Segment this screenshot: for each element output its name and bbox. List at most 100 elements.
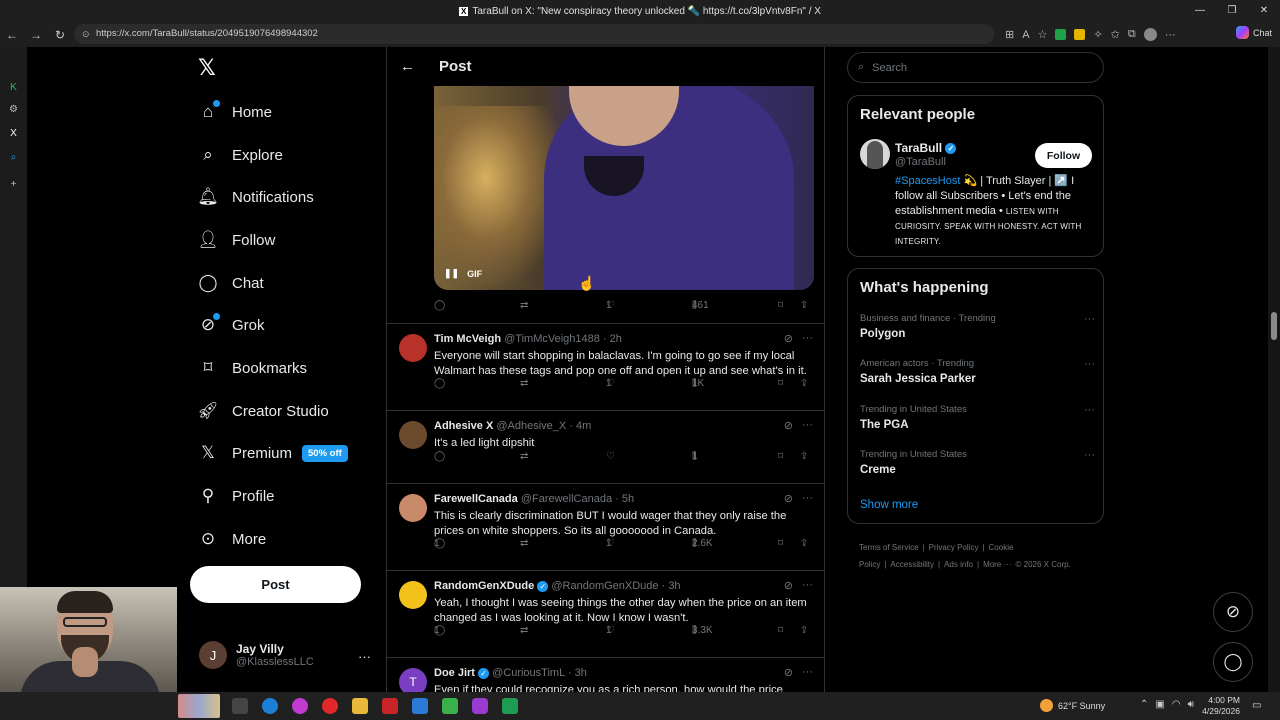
more-options-icon[interactable]: ···	[1084, 449, 1095, 461]
sidebar-settings-icon[interactable]: ⚙	[8, 104, 19, 115]
nav-explore[interactable]: ⌕ Explore	[197, 140, 283, 170]
reply-post[interactable]: Adhesive X @Adhesive_X · 4m ⊘ ··· It's a le…	[387, 411, 824, 484]
share-icon[interactable]: ⇪	[800, 300, 808, 311]
avatar[interactable]	[399, 334, 427, 362]
tray-chevron-icon[interactable]: ⌃	[1140, 699, 1148, 710]
reply-author-handle[interactable]: @FarewellCanada	[521, 493, 612, 505]
more-options-icon[interactable]: ···	[802, 492, 813, 504]
post-button[interactable]: Post	[190, 566, 361, 603]
sidebar-add-icon[interactable]: +	[8, 179, 19, 190]
reply-author-name[interactable]: FarewellCanada	[434, 493, 518, 505]
extension-green-icon[interactable]	[1055, 29, 1067, 40]
grok-fab-button[interactable]: ⊘	[1213, 592, 1253, 632]
bookmark-icon[interactable]: ⌑	[778, 378, 783, 389]
wifi-icon[interactable]: ◠	[1172, 699, 1181, 710]
forward-nav-button[interactable]: →	[24, 28, 48, 42]
nav-notifications[interactable]: 🔔︎ Notifications	[197, 182, 314, 212]
app-purple-icon[interactable]	[472, 698, 488, 714]
footer-link[interactable]: © 2026 X Corp.	[1016, 560, 1071, 569]
post-media-gif[interactable]: ❚❚ GIF	[434, 86, 814, 290]
avatar[interactable]: T	[399, 668, 427, 692]
reply-time[interactable]: · 4m	[569, 420, 591, 432]
more-options-icon[interactable]: ···	[802, 666, 813, 678]
page-scrollbar[interactable]	[1268, 47, 1280, 692]
copilot-chat-button[interactable]: Chat	[1235, 26, 1272, 39]
reply-time[interactable]: · 5h	[615, 493, 634, 505]
avatar[interactable]	[399, 421, 427, 449]
show-more-link[interactable]: Show more	[860, 499, 918, 511]
avatar[interactable]	[860, 139, 890, 169]
taskbar-clock[interactable]: 4:00 PM 4/29/2026	[1200, 695, 1240, 717]
sidebar-search-icon[interactable]: ⌕	[8, 152, 19, 163]
back-arrow-icon[interactable]: ←	[400, 58, 415, 75]
reply-author-name[interactable]: Tim McVeigh	[434, 333, 501, 345]
footer-link[interactable]: Privacy Policy	[929, 543, 979, 552]
x-logo-icon[interactable]: 𝕏	[198, 56, 216, 81]
nav-bookmarks[interactable]: ⌑ Bookmarks	[197, 353, 307, 383]
nav-home[interactable]: ⌂ Home	[197, 97, 272, 127]
reply-time[interactable]: · 3h	[662, 580, 681, 592]
app-red-icon[interactable]	[382, 698, 398, 714]
share-icon[interactable]: ⇪	[800, 378, 808, 389]
reply-time[interactable]: · 3h	[568, 667, 587, 679]
app-dark-green-icon[interactable]	[502, 698, 518, 714]
reply-author-handle[interactable]: @RandomGenXDude	[551, 580, 658, 592]
follow-button[interactable]: Follow	[1035, 143, 1092, 168]
share-icon[interactable]: ⇪	[800, 451, 808, 462]
grok-explain-icon[interactable]: ⊘	[784, 492, 793, 505]
bookmark-icon[interactable]: ⌑	[778, 300, 783, 311]
grok-explain-icon[interactable]: ⊘	[784, 579, 793, 592]
trend-item[interactable]: Trending in United States The PGA ···	[860, 404, 1095, 431]
person-name[interactable]: TaraBull ✓	[895, 141, 957, 155]
reply-author-handle[interactable]: @TimMcVeigh1488	[504, 333, 600, 345]
reply-post[interactable]: RandomGenXDude ✓ @RandomGenXDude · 3h ⊘ ··…	[387, 571, 824, 658]
trend-item[interactable]: Business and finance · Trending Polygon ··…	[860, 313, 1095, 340]
back-nav-button[interactable]: ←	[0, 28, 24, 42]
more-options-icon[interactable]: ···	[802, 579, 813, 591]
nav-profile[interactable]: ⚲ Profile	[197, 481, 275, 511]
bookmark-icon[interactable]: ⌑	[778, 625, 783, 636]
notification-icon[interactable]: ▭	[1252, 700, 1261, 711]
favorites-icon[interactable]: ✩	[1111, 28, 1120, 41]
reply-post[interactable]: Tim McVeigh @TimMcVeigh1488 · 2h ⊘ ··· Ever…	[387, 324, 824, 411]
more-options-icon[interactable]: ···	[1084, 313, 1095, 325]
site-info-icon[interactable]: ⊙	[82, 24, 90, 44]
nav-grok[interactable]: ⊘ Grok	[197, 310, 265, 340]
task-view-icon[interactable]	[232, 698, 248, 714]
sidebar-app-k-icon[interactable]: K	[8, 82, 19, 93]
nav-premium[interactable]: 𝕏 Premium 50% off	[197, 438, 348, 468]
account-switcher[interactable]: J Jay Villy @KlasslessLLC	[199, 641, 314, 669]
scrollbar-thumb[interactable]	[1271, 312, 1277, 340]
tray-app-icon[interactable]: ▣	[1155, 699, 1164, 710]
footer-link[interactable]: Accessibility	[890, 560, 934, 569]
reply-post[interactable]: FarewellCanada @FarewellCanada · 5h ⊘ ··· T…	[387, 484, 824, 571]
bookmark-icon[interactable]: ⌑	[778, 451, 783, 462]
hashtag-link[interactable]: #SpacesHost	[895, 175, 960, 187]
grok-explain-icon[interactable]: ⊘	[784, 332, 793, 345]
bookmark-icon[interactable]: ⌑	[778, 538, 783, 549]
reply-author-name[interactable]: RandomGenXDude	[434, 580, 534, 592]
gif-controls[interactable]: ❚❚ GIF	[444, 268, 482, 279]
more-options-icon[interactable]: ···	[802, 419, 813, 431]
repost-icon[interactable]: ⇄	[520, 300, 528, 311]
weather-widget[interactable]: 62°F Sunny	[1040, 699, 1105, 712]
nav-creator-studio[interactable]: 🚀︎ Creator Studio	[197, 396, 329, 426]
extension-yellow-icon[interactable]	[1074, 29, 1086, 40]
footer-link[interactable]: More ···	[983, 560, 1011, 569]
reply-author-name[interactable]: Doe Jirt	[434, 667, 475, 679]
more-options-icon[interactable]: ···	[1084, 404, 1095, 416]
edge-icon[interactable]	[262, 698, 278, 714]
profile-avatar-icon[interactable]	[1143, 28, 1157, 41]
account-more-icon[interactable]: ···	[358, 649, 371, 664]
more-options-icon[interactable]: ···	[802, 332, 813, 344]
avatar[interactable]	[399, 581, 427, 609]
reply-author-handle[interactable]: @CuriousTimL	[492, 667, 565, 679]
pause-icon[interactable]: ❚❚	[444, 268, 459, 279]
close-button[interactable]: ✕	[1248, 0, 1280, 22]
more-options-icon[interactable]: ···	[1084, 358, 1095, 370]
mail-icon[interactable]	[412, 698, 428, 714]
avatar[interactable]	[399, 494, 427, 522]
reply-author-name[interactable]: Adhesive X	[434, 420, 493, 432]
read-aloud-icon[interactable]: A	[1022, 29, 1029, 41]
opera-icon[interactable]	[322, 698, 338, 714]
